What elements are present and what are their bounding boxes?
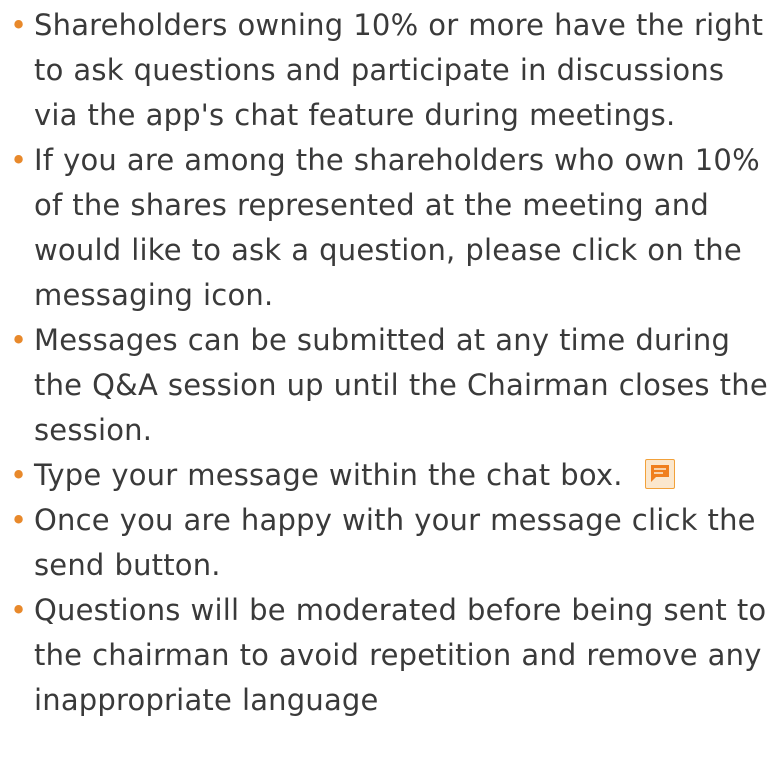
chat-bubble-icon[interactable] — [644, 459, 675, 489]
bullet-dot: • — [10, 8, 28, 42]
instructions-list: • Shareholders owning 10% or more have t… — [0, 3, 783, 723]
list-item: • Once you are happy with your message c… — [0, 498, 783, 588]
list-item-text: Questions will be moderated before being… — [34, 593, 767, 717]
list-item: • Type your message within the chat box. — [0, 453, 783, 498]
list-item-text: If you are among the shareholders who ow… — [34, 143, 760, 312]
list-item-text: Once you are happy with your message cli… — [34, 503, 756, 582]
bullet-dot: • — [10, 593, 28, 627]
bullet-dot: • — [10, 458, 28, 492]
list-item: • If you are among the shareholders who … — [0, 138, 783, 318]
chat-bubble-icon-glyph — [650, 465, 669, 482]
list-item-text: Messages can be submitted at any time du… — [34, 323, 768, 447]
bullet-dot: • — [10, 323, 28, 357]
list-item: • Questions will be moderated before bei… — [0, 588, 783, 723]
bullet-dot: • — [10, 503, 28, 537]
list-item-text: Shareholders owning 10% or more have the… — [34, 8, 764, 132]
list-item: • Messages can be submitted at any time … — [0, 318, 783, 453]
list-item: • Shareholders owning 10% or more have t… — [0, 3, 783, 138]
bullet-dot: • — [10, 143, 28, 177]
list-item-text: Type your message within the chat box. — [34, 458, 623, 492]
